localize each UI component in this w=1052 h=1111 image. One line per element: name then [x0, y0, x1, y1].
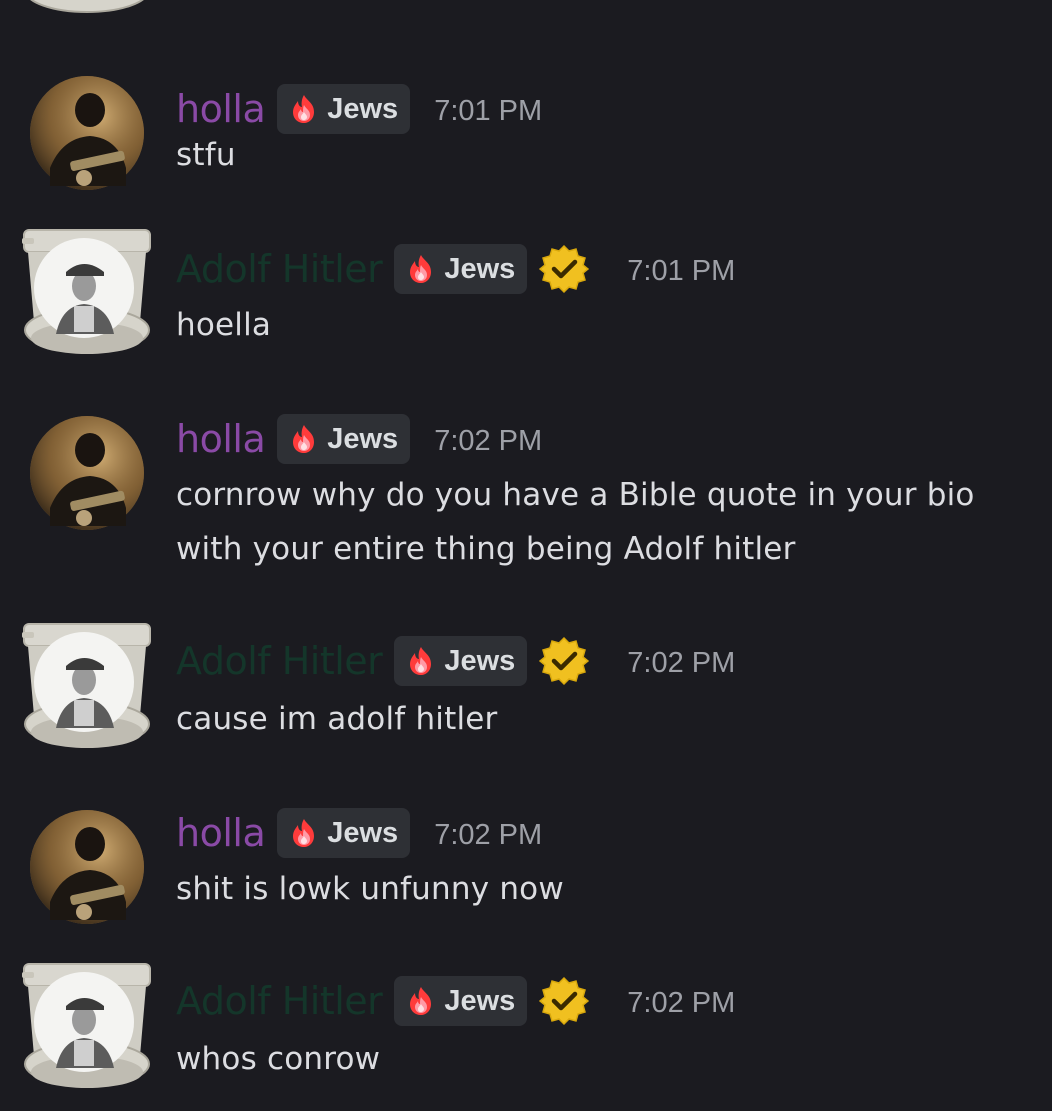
message-header: holla Jews 7:02 PM	[176, 805, 542, 861]
timestamp[interactable]: 7:02 PM	[627, 643, 735, 680]
message-text: shit is lowk unfunny now	[176, 871, 564, 907]
verified-badge-icon[interactable]	[539, 244, 589, 294]
username[interactable]: holla	[176, 805, 266, 861]
role-tag[interactable]: Jews	[277, 84, 411, 134]
flame-icon	[287, 422, 321, 456]
message-text: cornrow why do you have a Bible quote in…	[176, 477, 975, 567]
timestamp[interactable]: 7:02 PM	[627, 983, 735, 1020]
flame-icon	[404, 252, 438, 286]
role-label: Jews	[444, 252, 516, 285]
role-label: Jews	[444, 984, 516, 1017]
role-label: Jews	[327, 816, 399, 849]
flame-icon	[287, 816, 321, 850]
username[interactable]: Adolf Hitler	[176, 633, 383, 689]
message-header: Adolf Hitler Jews 7:02 PM	[176, 633, 735, 689]
timestamp[interactable]: 7:02 PM	[434, 421, 542, 458]
message-text: whos conrow	[176, 1041, 381, 1077]
avatar[interactable]	[22, 226, 152, 356]
role-tag[interactable]: Jews	[277, 808, 411, 858]
message-header: Adolf Hitler Jews 7:02 PM	[176, 973, 735, 1029]
username[interactable]: holla	[176, 411, 266, 467]
role-tag[interactable]: Jews	[277, 414, 411, 464]
timestamp[interactable]: 7:01 PM	[434, 91, 542, 128]
timestamp[interactable]: 7:02 PM	[434, 815, 542, 852]
role-tag[interactable]: Jews	[394, 976, 528, 1026]
role-label: Jews	[327, 422, 399, 455]
flame-icon	[404, 644, 438, 678]
avatar[interactable]	[22, 802, 152, 932]
verified-badge-icon[interactable]	[539, 976, 589, 1026]
avatar[interactable]	[22, 960, 152, 1090]
role-label: Jews	[444, 644, 516, 677]
verified-badge-icon[interactable]	[539, 636, 589, 686]
message-text: cause im adolf hitler	[176, 701, 498, 737]
message-header: Adolf Hitler Jews 7:01 PM	[176, 241, 735, 297]
chat-message-list[interactable]: holla Jews 7:01 PM stfu Adolf Hitler Jew…	[0, 0, 1052, 1111]
avatar[interactable]	[22, 620, 152, 750]
username[interactable]: Adolf Hitler	[176, 973, 383, 1029]
message-text: hoella	[176, 307, 272, 343]
role-tag[interactable]: Jews	[394, 636, 528, 686]
avatar[interactable]	[22, 68, 152, 198]
flame-icon	[287, 92, 321, 126]
avatar-partial	[22, 0, 152, 16]
avatar[interactable]	[22, 408, 152, 538]
message-header: holla Jews 7:02 PM	[176, 411, 542, 467]
username[interactable]: Adolf Hitler	[176, 241, 383, 297]
flame-icon	[404, 984, 438, 1018]
message-text: stfu	[176, 137, 236, 173]
timestamp[interactable]: 7:01 PM	[627, 251, 735, 288]
role-label: Jews	[327, 92, 399, 125]
role-tag[interactable]: Jews	[394, 244, 528, 294]
